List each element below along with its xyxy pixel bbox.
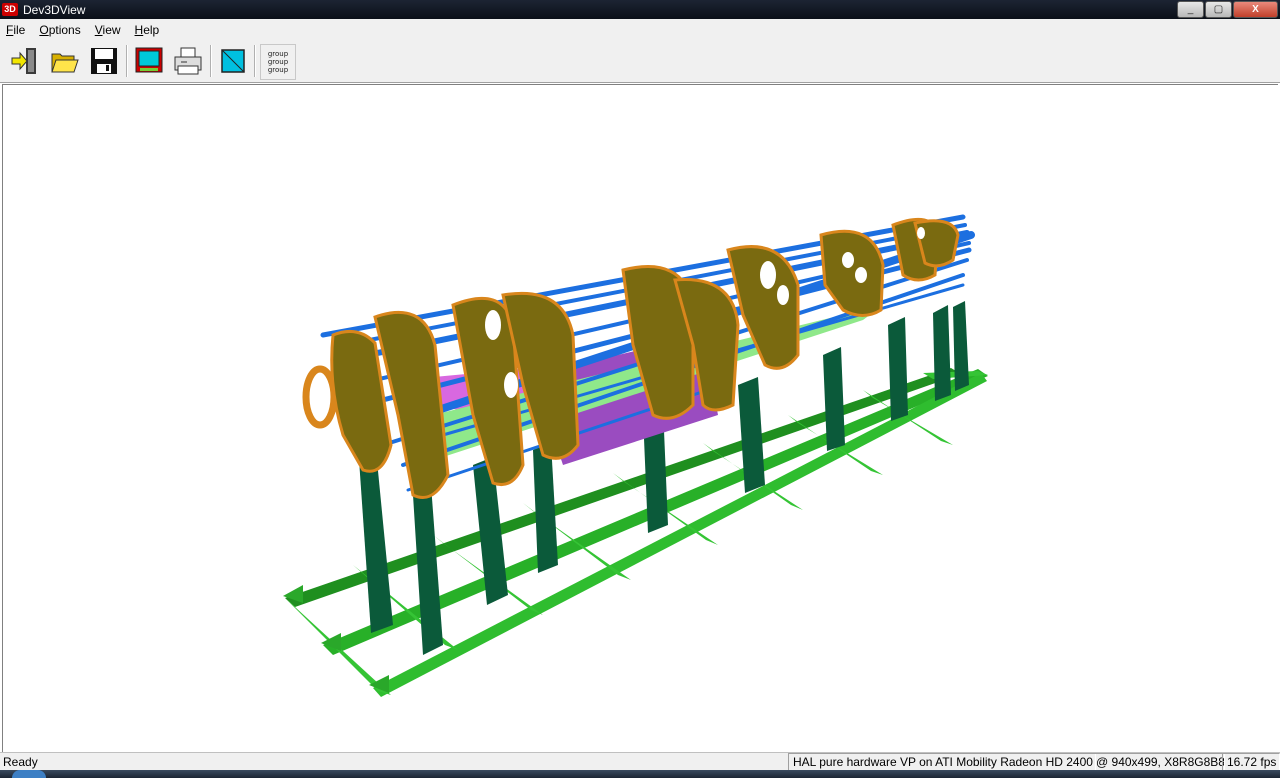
menu-view-rest: iew [102, 22, 121, 37]
menu-view-mnemonic: V [94, 22, 103, 37]
3d-viewport[interactable] [2, 84, 1278, 752]
printer-icon [174, 47, 202, 75]
menu-help[interactable]: Help [128, 23, 167, 37]
save-disk-icon [91, 48, 117, 74]
open-folder-icon [51, 53, 79, 73]
group-line: group [267, 58, 289, 66]
minimize-button[interactable]: _ [1177, 1, 1204, 18]
toolbar-separator [254, 45, 256, 77]
render-button[interactable] [132, 44, 166, 78]
status-ready: Ready [3, 755, 38, 769]
group-list-icon: group group group [268, 50, 288, 74]
status-device: HAL pure hardware VP on ATI Mobility Rad… [788, 753, 1096, 771]
toolbar-separator [126, 45, 128, 77]
menu-view[interactable]: View [88, 23, 128, 37]
save-button[interactable] [87, 44, 121, 78]
status-bar: Ready HAL pure hardware VP on ATI Mobili… [0, 752, 1280, 771]
menu-help-mnemonic: H [134, 22, 144, 37]
close-button[interactable]: X [1233, 1, 1278, 18]
start-button[interactable] [12, 770, 46, 778]
toolbar-separator [210, 45, 212, 77]
window-title: Dev3DView [23, 2, 86, 17]
open-button[interactable] [48, 44, 82, 78]
taskbar [0, 770, 1280, 778]
monitor-icon [135, 47, 163, 73]
menu-options-rest: ptions [48, 22, 81, 37]
title-bar: 3D Dev3DView _ ▢ X [0, 0, 1280, 19]
menu-bar: File Options View Help [0, 19, 1280, 40]
menu-options-mnemonic: O [39, 22, 49, 37]
menu-file[interactable]: File [0, 23, 32, 37]
maximize-button[interactable]: ▢ [1205, 1, 1232, 18]
status-fps: 16.72 fps [1222, 753, 1280, 771]
window-controls: _ ▢ X [1176, 1, 1278, 18]
app-icon: 3D [2, 3, 18, 16]
exit-button[interactable] [8, 44, 42, 78]
exit-door-icon [11, 48, 36, 74]
view-button[interactable] [216, 44, 250, 78]
view-square-icon [221, 49, 245, 73]
menu-help-rest: elp [143, 22, 160, 37]
menu-file-rest: ile [13, 22, 26, 37]
group-line: group [267, 66, 289, 74]
fuselage-jig-model [283, 214, 988, 697]
group-button[interactable]: group group group [260, 44, 296, 80]
menu-options[interactable]: Options [32, 23, 87, 37]
group-line: group [267, 50, 289, 58]
toolbar: group group group [0, 40, 1280, 83]
print-button[interactable] [171, 44, 205, 78]
status-mode: @ 940x499, X8R8G8B8 (D [1092, 753, 1225, 771]
